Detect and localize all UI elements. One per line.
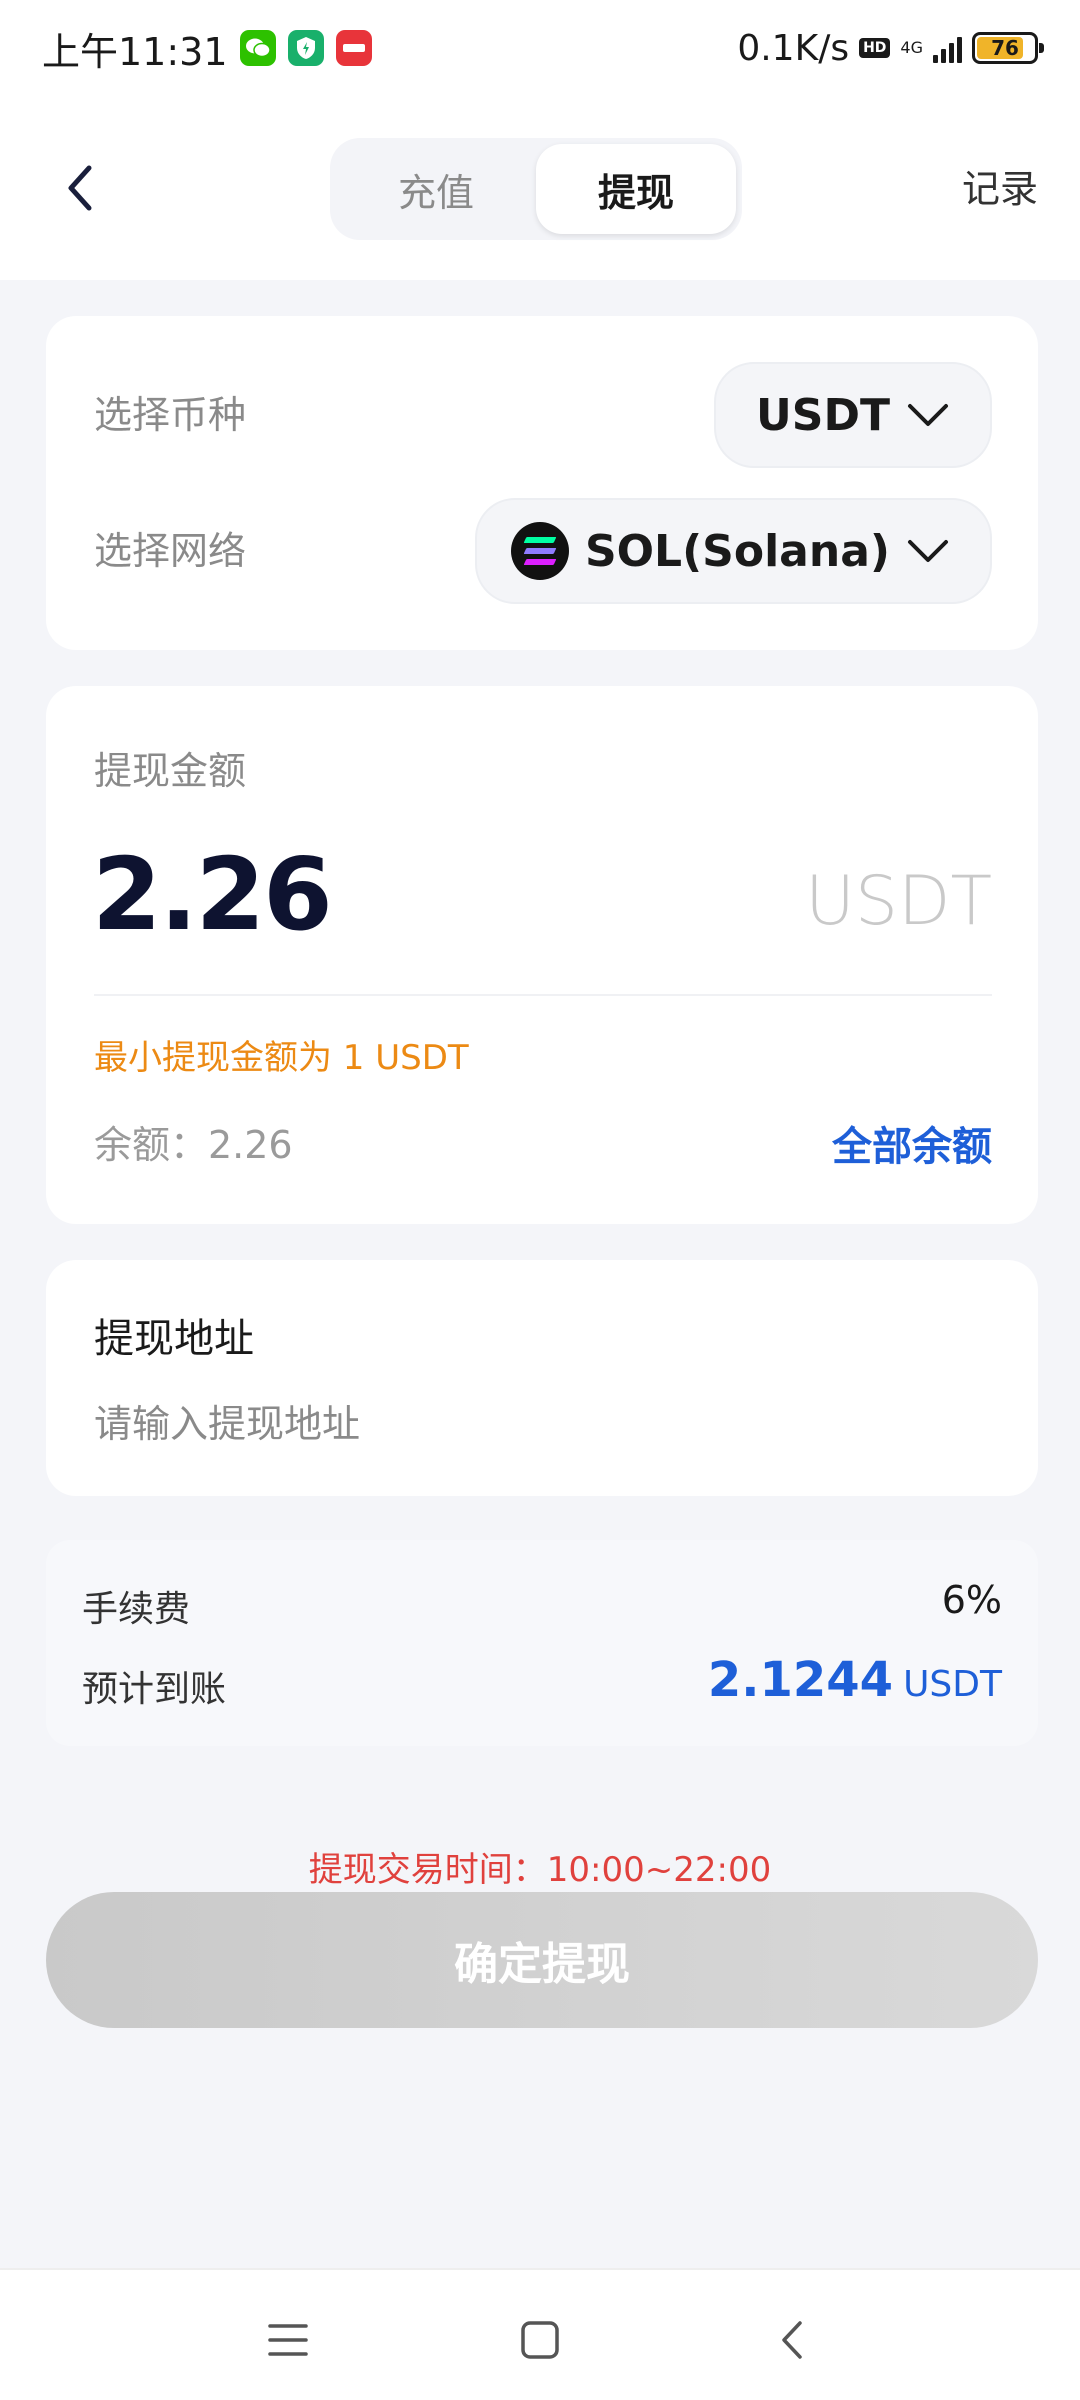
chevron-down-icon bbox=[908, 540, 948, 562]
amount-unit: USDT bbox=[805, 862, 992, 941]
expected-amount: 2.1244 USDT bbox=[708, 1652, 1002, 1708]
home-button[interactable] bbox=[500, 2300, 580, 2380]
amount-card: 提现金额 2.26 USDT 最小提现金额为 1 USDT 余额：2.26 全部… bbox=[46, 686, 1038, 1224]
status-time: 上午11:31 bbox=[42, 29, 228, 74]
tab-withdraw[interactable]: 提现 bbox=[536, 144, 736, 234]
divider bbox=[94, 994, 992, 996]
status-bar: 上午11:31 0.1K/s HD 4G 76 bbox=[0, 0, 1080, 96]
chevron-down-icon bbox=[908, 404, 948, 426]
amount-title: 提现金额 bbox=[94, 749, 247, 793]
nav-back-button[interactable] bbox=[752, 2300, 832, 2380]
fee-value: 6% bbox=[941, 1578, 1002, 1622]
wechat-icon bbox=[239, 30, 276, 66]
address-input[interactable] bbox=[94, 1384, 974, 1464]
net-speed: 0.1K/s bbox=[737, 27, 850, 69]
battery-level: 76 bbox=[991, 36, 1019, 60]
records-link[interactable]: 记录 bbox=[962, 158, 1038, 213]
fee-summary: 手续费 6% 预计到账 2.1244 USDT bbox=[46, 1540, 1038, 1746]
back-button[interactable] bbox=[50, 158, 110, 218]
header: 充值 提现 记录 bbox=[0, 96, 1080, 280]
trade-time-notice: 提现交易时间：10:00~22:00 bbox=[308, 1850, 772, 1890]
confirm-withdraw-button[interactable]: 确定提现 bbox=[46, 1892, 1038, 2028]
amount-input[interactable]: 2.26 bbox=[92, 836, 333, 953]
balance-text: 余额：2.26 bbox=[94, 1123, 293, 1167]
red-app-icon bbox=[335, 30, 372, 66]
min-amount-hint: 最小提现金额为 1 USDT bbox=[94, 1038, 469, 1078]
network-label: 选择网络 bbox=[94, 529, 247, 573]
menu-button[interactable] bbox=[248, 2300, 328, 2380]
network-type: 4G bbox=[900, 38, 923, 57]
expected-value: 2.1244 bbox=[707, 1652, 894, 1708]
tab-deposit[interactable]: 充值 bbox=[336, 144, 536, 234]
fee-label: 手续费 bbox=[82, 1589, 191, 1630]
address-title: 提现地址 bbox=[94, 1316, 254, 1362]
all-balance-button[interactable]: 全部余额 bbox=[832, 1114, 992, 1172]
chevron-left-icon bbox=[68, 165, 92, 211]
coin-label: 选择币种 bbox=[94, 393, 247, 437]
battery-icon: 76 bbox=[972, 32, 1044, 64]
network-select[interactable]: SOL(Solana) bbox=[474, 498, 992, 604]
status-left: 上午11:31 bbox=[42, 21, 372, 76]
back-triangle-icon bbox=[782, 2321, 802, 2359]
home-square-icon bbox=[521, 2321, 559, 2359]
expected-unit: USDT bbox=[903, 1664, 1002, 1705]
coin-select[interactable]: USDT bbox=[714, 362, 992, 468]
system-nav-bar bbox=[0, 2268, 1080, 2400]
menu-icon bbox=[268, 2324, 308, 2356]
solana-icon bbox=[510, 522, 569, 580]
expected-label: 预计到账 bbox=[82, 1669, 227, 1710]
coin-value: USDT bbox=[756, 389, 890, 441]
address-card: 提现地址 bbox=[46, 1260, 1038, 1496]
selection-card: 选择币种 USDT 选择网络 SOL(Solana) bbox=[46, 316, 1038, 650]
signal-icon bbox=[933, 33, 962, 63]
tab-switch: 充值 提现 bbox=[330, 138, 742, 240]
shield-app-icon bbox=[287, 30, 324, 66]
status-right: 0.1K/s HD 4G 76 bbox=[737, 27, 1044, 69]
network-value: SOL(Solana) bbox=[584, 525, 890, 577]
hd-badge: HD bbox=[859, 38, 891, 58]
